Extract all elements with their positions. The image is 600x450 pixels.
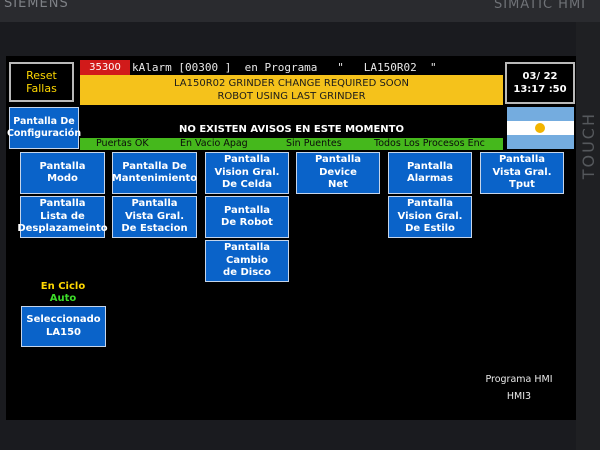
tput-overview-screen-button[interactable]: Pantalla Vista Gral. Tput: [480, 152, 564, 194]
alarm-message-1: LA150R02 GRINDER CHANGE REQUIRED SOON: [173, 78, 410, 89]
mode-screen-button[interactable]: Pantalla Modo: [20, 152, 105, 194]
alarms-screen-button[interactable]: Pantalla Alarmas: [388, 152, 472, 194]
device-net-screen-button[interactable]: Pantalla Device Net: [296, 152, 380, 194]
status-bridges: Sin Puentes: [286, 138, 342, 149]
clock-time: 13:17 :50: [513, 84, 567, 95]
brand-label: SIEMENS: [4, 0, 69, 11]
maintenance-screen-button[interactable]: Pantalla De Mantenimiento: [112, 152, 197, 194]
model-label: SIMATIC HMI: [494, 0, 586, 12]
config-screen-button[interactable]: Pantalla De Configuración: [7, 107, 81, 149]
status-idle: En Vacio Apag: [180, 138, 248, 149]
style-overview-screen-button[interactable]: Pantalla Vision Gral. De Estilo: [388, 196, 472, 238]
shift-list-screen-button[interactable]: Pantalla Lista de Desplazameinto: [17, 196, 108, 238]
status-processes: Todos Los Procesos Enc: [374, 138, 485, 149]
argentina-flag-icon: [507, 107, 574, 149]
hmi-bezel-top: SIEMENS SIMATIC HMI: [0, 0, 600, 22]
hmi-name-label: HMI3: [506, 391, 532, 402]
touch-label: TOUCH: [579, 112, 598, 180]
clock-display: 03/ 22 13:17 :50: [505, 62, 575, 104]
alarm-message-2: ROBOT USING LAST GRINDER: [217, 91, 366, 102]
clock-date: 03/ 22: [522, 71, 558, 82]
alarm-message-banner[interactable]: LA150R02 GRINDER CHANGE REQUIRED SOON RO…: [80, 75, 503, 105]
disc-change-screen-button[interactable]: Pantalla Cambio de Disco: [205, 240, 289, 282]
cell-overview-screen-button[interactable]: Pantalla Vision Gral. De Celda: [205, 152, 289, 194]
hmi-program-label: Programa HMI: [485, 374, 553, 385]
robot-screen-button[interactable]: Pantalla De Robot: [205, 196, 289, 238]
selected-model-button[interactable]: Seleccionado LA150: [21, 306, 106, 347]
reset-faults-button[interactable]: Reset Fallas: [9, 62, 74, 102]
status-doors: Puertas OK: [96, 138, 149, 149]
status-bar: Puertas OK En Vacio Apag Sin Puentes Tod…: [80, 138, 503, 150]
hmi-screen: [6, 56, 576, 420]
cycle-status-line1: En Ciclo: [40, 281, 86, 292]
alarm-code-badge: 35300: [80, 60, 130, 75]
alarm-line: 35300 kAlarm [00300 ] en Programa " LA15…: [80, 60, 503, 75]
alarm-text: kAlarm [00300 ] en Programa " LA150R02 ": [132, 61, 437, 74]
cycle-status: En Ciclo Auto: [20, 281, 106, 305]
station-overview-screen-button[interactable]: Pantalla Vista Gral. De Estacion: [112, 196, 197, 238]
hmi-program-info: Programa HMI HMI3: [474, 373, 564, 404]
hmi-bezel-right: TOUCH: [576, 22, 600, 450]
cycle-status-line2: Auto: [49, 293, 77, 304]
no-notices-message: NO EXISTEN AVISOS EN ESTE MOMENTO: [179, 124, 404, 135]
